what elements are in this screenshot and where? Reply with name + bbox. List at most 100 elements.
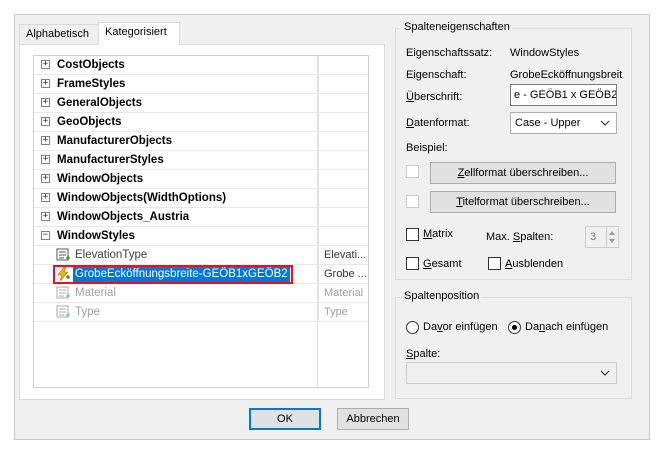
property-value[interactable]: Elevati... [318,246,368,264]
name-cell: + WindowObjects_Austria [34,208,317,226]
ok-button[interactable]: OK [249,408,321,430]
expand-icon[interactable]: + [41,174,50,183]
ueberschrift-label: Überschrift: [406,91,463,103]
collapse-icon[interactable]: − [41,231,50,240]
ueberschrift-input[interactable]: e - GEÖB1 x GEÖB2 [510,84,617,106]
ausblenden-checkbox[interactable] [488,257,501,270]
category-row-geoobjects[interactable]: + GeoObjects [34,113,368,132]
category-row-costobjects[interactable]: + CostObjects [34,56,368,75]
eigenschaft-label: Eigenschaft: [406,69,467,81]
expand-icon[interactable]: + [41,212,50,221]
category-row-manufacturerstyles[interactable]: + ManufacturerStyles [34,151,368,170]
category-row-manufacturerobjects[interactable]: + ManufacturerObjects [34,132,368,151]
category-row-windowobjects-austria[interactable]: + WindowObjects_Austria [34,208,368,227]
category-label: WindowObjects [57,173,144,185]
titelformat-button[interactable]: Titelformat überschreiben... [430,191,616,213]
max-spalten-spinner[interactable]: 3 [585,226,619,248]
expand-icon[interactable]: + [41,60,50,69]
tab-kategorisiert[interactable]: Kategorisiert [98,22,180,45]
property-icon [56,286,70,299]
value-cell [318,170,368,188]
category-label: GeoObjects [57,116,122,128]
chevron-down-icon [600,370,610,376]
danach-label: Danach einfügen [525,321,609,333]
property-icon [56,248,70,261]
davor-label: Davor einfügen [423,321,498,333]
chevron-down-icon [600,120,610,126]
davor-radio[interactable] [406,321,419,334]
gesamt-checkbox[interactable] [406,257,419,270]
spin-down-icon[interactable] [609,239,615,243]
spin-up-icon[interactable] [609,231,615,235]
property-row-material[interactable]: Material Material [34,284,368,303]
property-value[interactable]: Material [318,284,368,302]
property-icon [56,305,70,318]
max-spalten-value: 3 [590,231,597,243]
value-cell [318,151,368,169]
abbrechen-button[interactable]: Abbrechen [337,408,409,430]
value-cell [318,56,368,74]
eigenschaft-value: GrobeEcköffnungsbreit [510,69,622,81]
datenformat-select[interactable]: Case - Upper [510,112,617,134]
expand-icon[interactable]: + [41,79,50,88]
value-cell [318,189,368,207]
name-cell: ElevationType [34,246,317,264]
value-cell [318,75,368,93]
property-label: ElevationType [75,249,148,261]
category-row-windowobjects[interactable]: + WindowObjects [34,170,368,189]
category-row-windowobjects-widthoptions[interactable]: + WindowObjects(WidthOptions) [34,189,368,208]
lightning-icon [57,267,70,281]
name-cell: + FrameStyles [34,75,317,93]
spalte-select[interactable] [406,362,617,384]
name-cell: + ManufacturerObjects [34,132,317,150]
category-label: WindowStyles [57,230,135,242]
category-label: ManufacturerObjects [57,135,173,147]
group-title: Spaltenposition [402,290,482,302]
category-label: ManufacturerStyles [57,154,164,166]
beispiel-label: Beispiel: [406,142,448,154]
name-cell: + GeneralObjects [34,94,317,112]
tab-alphabetisch[interactable]: Alphabetisch [19,24,99,44]
name-cell: GrobeEcköffnungsbreite-GEÖB1xGEÖB2 [34,265,317,284]
category-label: WindowObjects_Austria [57,211,190,223]
eigenschaftssatz-value: WindowStyles [510,47,580,59]
category-row-generalobjects[interactable]: + GeneralObjects [34,94,368,113]
category-row-framestyles[interactable]: + FrameStyles [34,75,368,94]
expand-icon[interactable]: + [41,117,50,126]
spalte-label: Spalte: [406,348,441,360]
property-value[interactable]: Type [318,303,368,321]
property-row-elevationtype[interactable]: ElevationType Elevati... [34,246,368,265]
property-value[interactable]: Grobe ... [318,265,368,283]
danach-radio[interactable] [508,321,521,334]
name-cell: Type [34,303,317,321]
expand-icon[interactable]: + [41,98,50,107]
expand-icon[interactable]: + [41,136,50,145]
max-spalten-label: Max. Spalten: [486,231,554,243]
value-cell [318,132,368,150]
expand-icon[interactable]: + [41,193,50,202]
category-row-windowstyles[interactable]: − WindowStyles [34,227,368,246]
spalteneigenschaften-group: Spalteneigenschaften Eigenschaftssatz: W… [395,21,632,280]
category-label: WindowObjects(WidthOptions) [57,192,227,204]
zellformat-checkbox[interactable] [406,165,419,178]
value-cell [318,94,368,112]
property-label: Type [75,306,100,318]
property-row-type[interactable]: Type Type [34,303,368,322]
datenformat-value: Case - Upper [515,117,581,129]
eigenschaftssatz-label: Eigenschaftssatz: [406,47,493,59]
spinner-arrows[interactable] [606,227,618,247]
expand-icon[interactable]: + [41,155,50,164]
name-cell: + WindowObjects(WidthOptions) [34,189,317,207]
name-cell: + ManufacturerStyles [34,151,317,169]
datenformat-label: Datenformat: [406,117,470,129]
property-label: Material [75,287,116,299]
name-cell: − WindowStyles [34,227,317,245]
category-label: CostObjects [57,59,125,71]
property-grid[interactable]: + CostObjects + FrameStyles + GeneralObj… [33,55,369,388]
titelformat-checkbox[interactable] [406,195,419,208]
zellformat-button[interactable]: Zellformat überschreiben... [430,162,616,184]
category-label: GeneralObjects [57,97,143,109]
name-cell: Material [34,284,317,302]
matrix-checkbox[interactable] [406,228,419,241]
property-row-grobeeckoeffnungsbreite[interactable]: GrobeEcköffnungsbreite-GEÖB1xGEÖB2 Grobe… [34,265,368,284]
